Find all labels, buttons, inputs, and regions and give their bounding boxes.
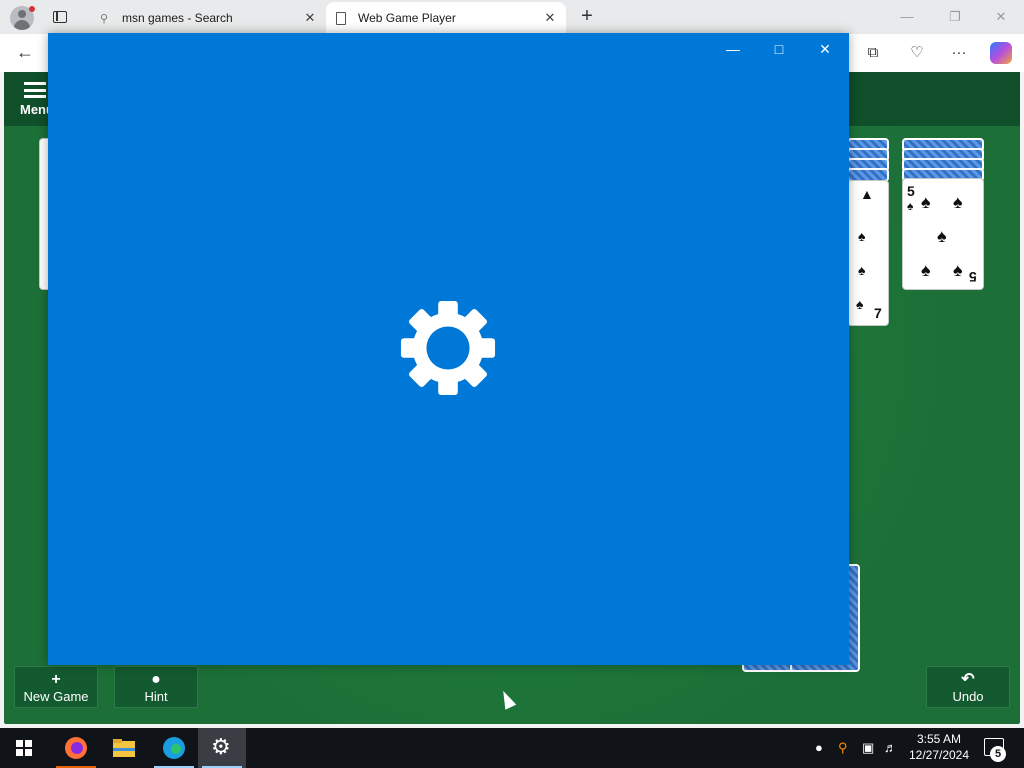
browser-minimize-button[interactable]: — (884, 6, 930, 28)
spade-icon: ♠ (856, 296, 864, 312)
hint-label: Hint (144, 689, 168, 704)
spade-icon: ♠ (937, 226, 947, 246)
copilot-icon[interactable] (990, 42, 1012, 64)
spade-icon: ♠ (921, 260, 931, 280)
firefox-taskbar-button[interactable] (52, 728, 100, 768)
spade-icon: ♠ (953, 192, 963, 212)
profile-notification-dot (29, 6, 35, 12)
tab-close-icon[interactable]: ✕ (540, 10, 560, 26)
tab-title: Web Game Player (358, 11, 456, 25)
browser-essentials-icon[interactable]: ♡ (906, 43, 928, 63)
undo-icon: ↶ (961, 671, 975, 688)
spade-icon: ♠ (953, 260, 963, 280)
settings-minimize-button[interactable]: — (710, 39, 756, 59)
gear-icon (400, 300, 496, 396)
search-icon: ⚲ (99, 12, 109, 25)
settings-icon: ⚙ (211, 734, 231, 759)
edge-taskbar-button[interactable] (150, 728, 198, 768)
search-magnifier-icon[interactable]: ⚲ (838, 740, 848, 756)
playing-card-5-spades[interactable]: 5 ♠ ♠ ♠ ♠ ♠ ♠ 5 (902, 178, 984, 290)
water-drop-icon[interactable]: ● (815, 740, 823, 755)
card-rank: 7 (874, 305, 882, 321)
edge-icon (163, 737, 185, 759)
file-explorer-icon (113, 739, 135, 757)
document-icon (336, 11, 346, 25)
spade-icon: ♠ (907, 199, 914, 213)
settings-close-button[interactable]: ✕ (802, 39, 848, 59)
settings-window: — □ ✕ (48, 33, 849, 665)
lightbulb-icon: ● (151, 671, 161, 688)
browser-restore-button[interactable]: ❐ (932, 6, 978, 28)
notification-count-badge: 5 (990, 746, 1006, 762)
plus-icon: + (51, 671, 61, 688)
card-rank: 5 (907, 183, 915, 199)
back-button[interactable]: ← (16, 42, 34, 63)
new-game-button[interactable]: + New Game (14, 666, 98, 708)
tab-web-game-player[interactable]: Web Game Player ✕ (326, 2, 566, 34)
volume-icon[interactable]: ♬ (884, 740, 897, 755)
file-explorer-taskbar-button[interactable] (100, 728, 148, 768)
new-tab-button[interactable]: + (576, 5, 598, 27)
firefox-icon (65, 737, 87, 759)
undo-label: Undo (952, 689, 984, 704)
settings-maximize-button[interactable]: □ (756, 39, 802, 59)
spade-icon: ♠ (921, 192, 931, 212)
spade-icon: ▲ (860, 186, 874, 202)
spade-icon: ♠ (858, 228, 866, 244)
hamburger-icon (24, 82, 46, 98)
undo-button[interactable]: ↶ Undo (926, 666, 1010, 708)
taskbar: ⚙ ● ⚲ ▣ ♬ 3:55 AM 12/27/2024 5 (0, 728, 1024, 768)
tab-actions-icon[interactable] (48, 8, 72, 28)
clock-time: 3:55 AM (916, 732, 962, 746)
system-clock[interactable]: 3:55 AM 12/27/2024 (904, 731, 974, 763)
windows-start-icon[interactable] (16, 740, 32, 756)
collections-icon[interactable]: ⧉ (862, 43, 884, 63)
browser-tab-strip: ⚲ msn games - Search ✕ Web Game Player ✕… (0, 0, 1024, 34)
network-icon[interactable]: ▣ (862, 740, 874, 756)
tab-msn-games-search[interactable]: ⚲ msn games - Search ✕ (88, 2, 326, 34)
tab-title: msn games - Search (122, 11, 233, 25)
more-icon[interactable]: ··· (948, 43, 970, 63)
clock-date: 12/27/2024 (908, 748, 970, 762)
hint-button[interactable]: ● Hint (114, 666, 198, 708)
card-rank: 5 (969, 269, 977, 285)
new-game-label: New Game (23, 689, 89, 704)
playing-card-7-spades[interactable]: ▲ ♠ ♠ ♠ 7 (847, 180, 889, 326)
browser-close-button[interactable]: ✕ (978, 6, 1024, 28)
spade-icon: ♠ (858, 262, 866, 278)
settings-taskbar-button[interactable]: ⚙ (198, 728, 246, 768)
tab-close-icon[interactable]: ✕ (300, 10, 320, 26)
